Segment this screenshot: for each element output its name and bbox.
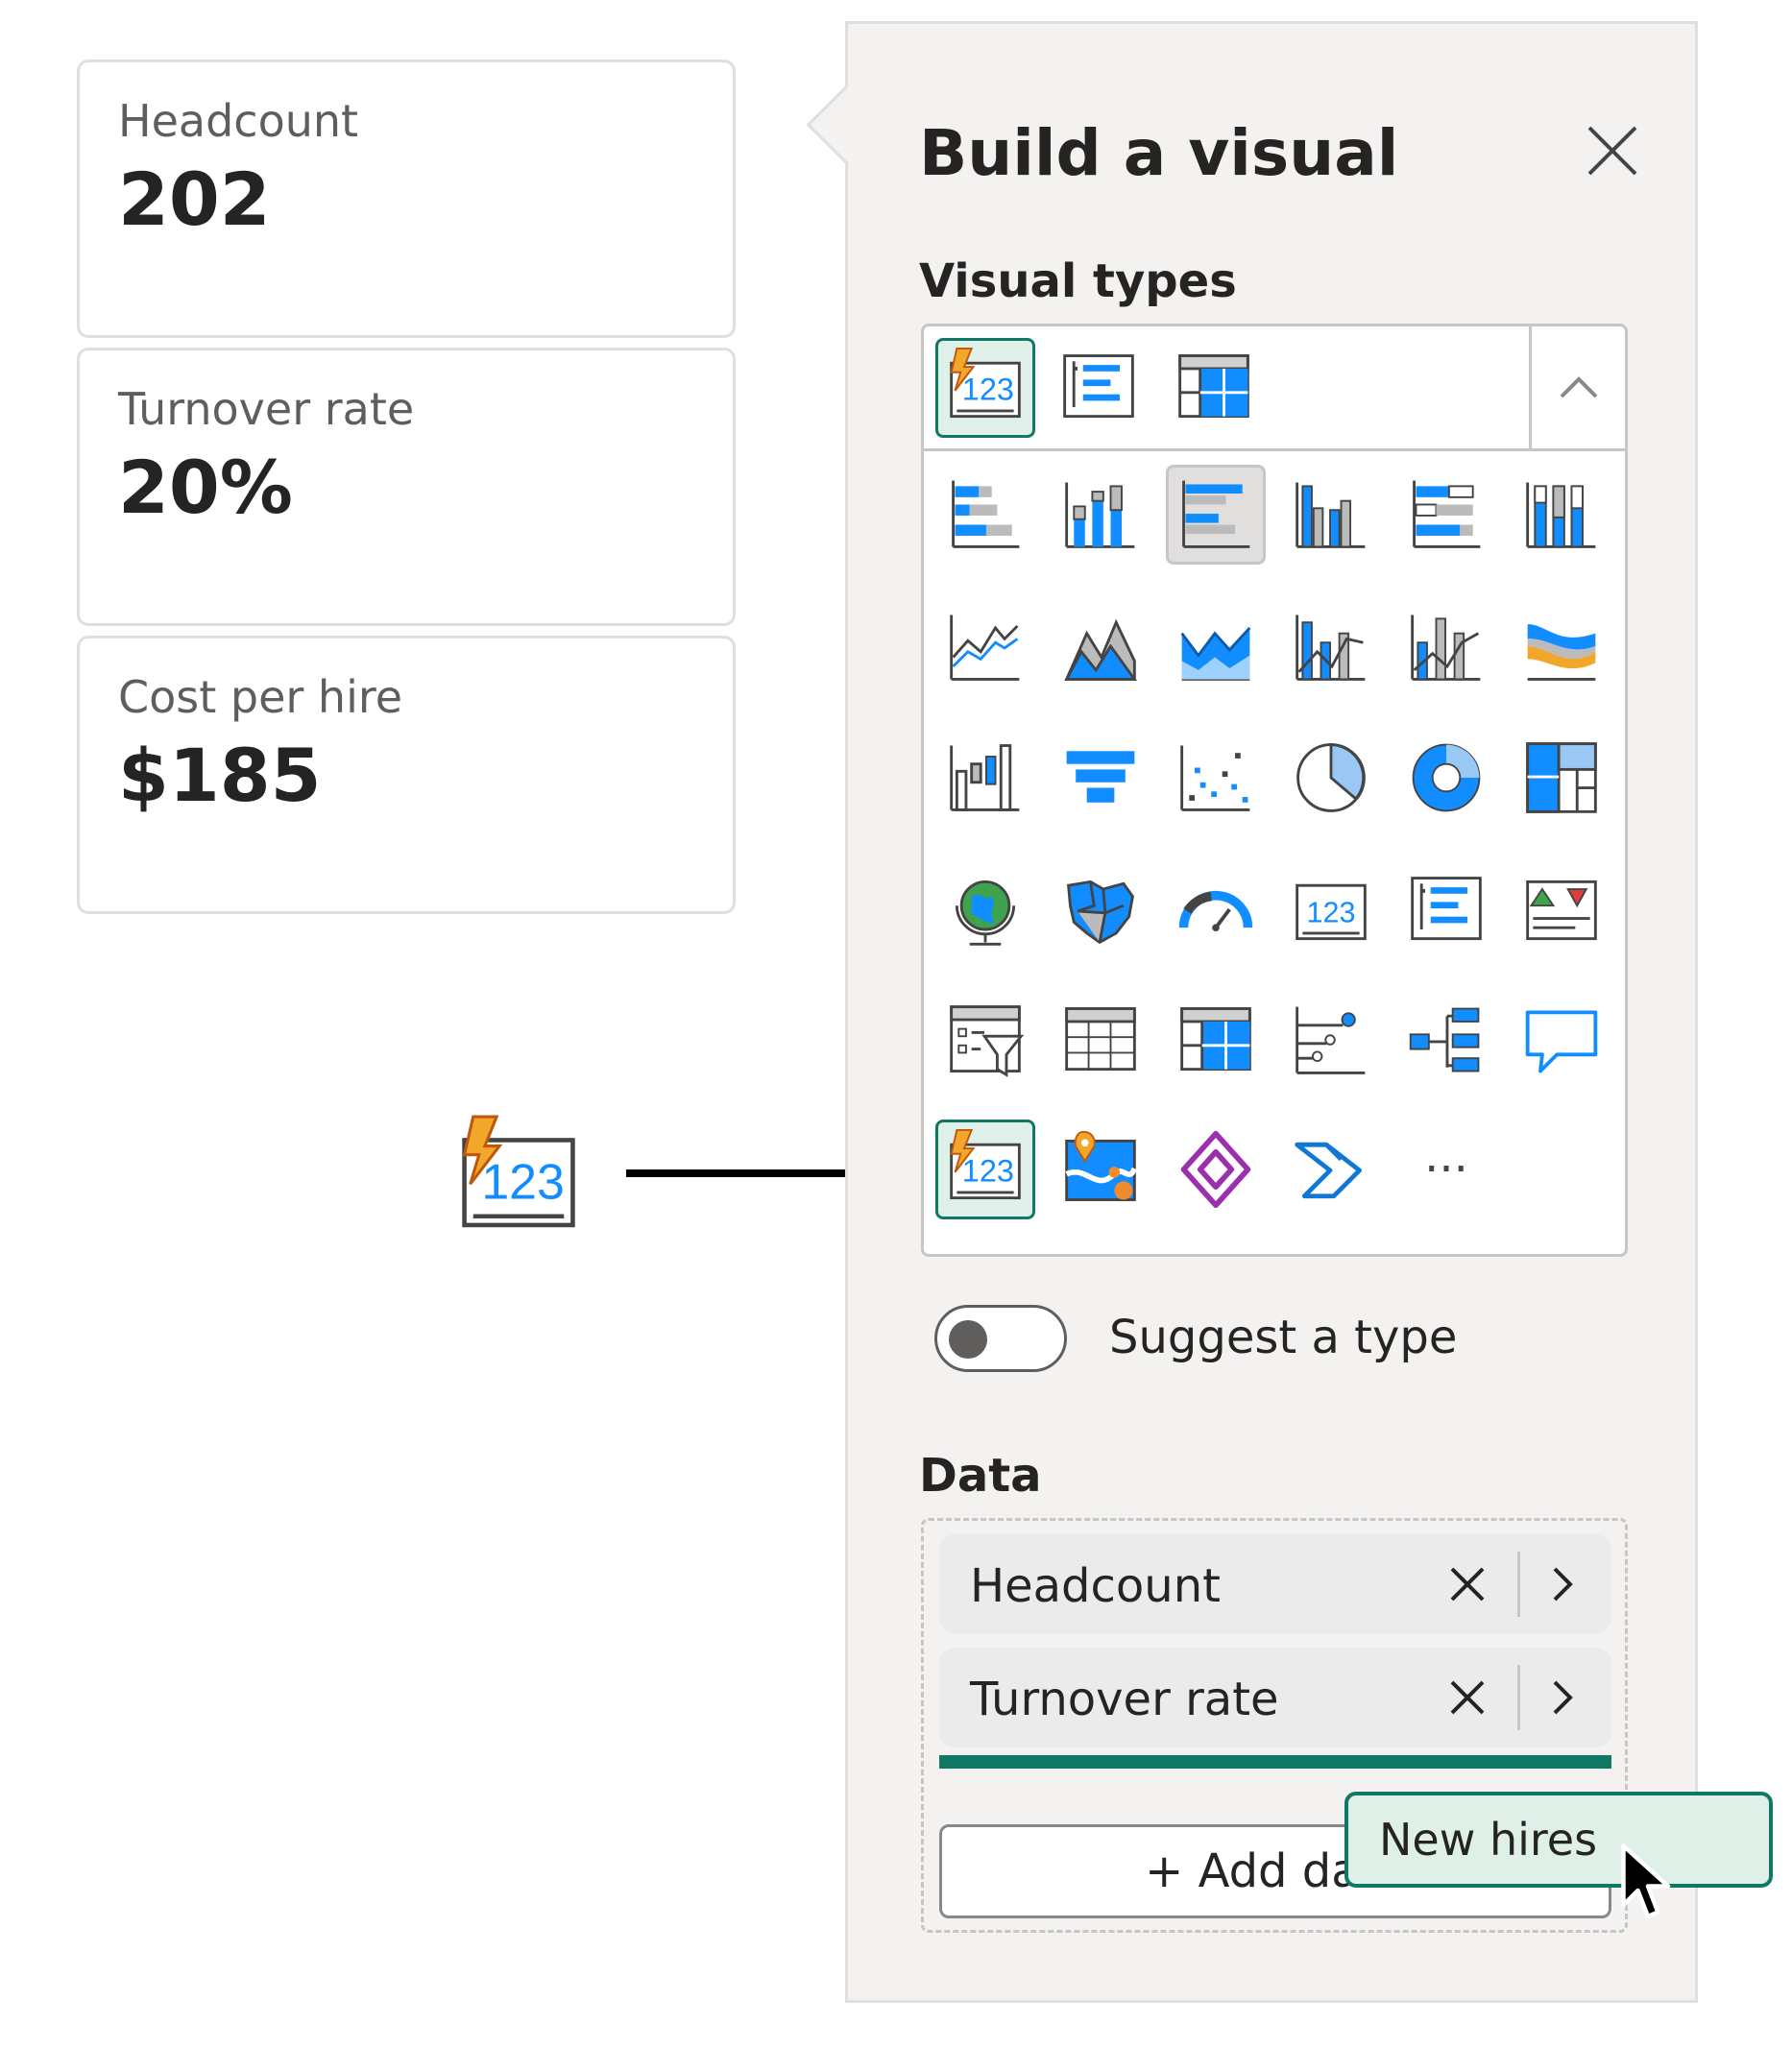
mouse-cursor-icon: [1621, 1843, 1671, 1919]
qa-icon[interactable]: [1512, 991, 1611, 1091]
drop-indicator: [939, 1755, 1611, 1769]
stacked-column-chart-icon[interactable]: [1051, 465, 1150, 565]
new-card-icon[interactable]: [935, 338, 1035, 438]
map-icon[interactable]: [935, 860, 1035, 960]
card-value: 202: [118, 156, 271, 242]
treemap-icon[interactable]: [1512, 728, 1611, 828]
suggest-type-toggle[interactable]: [934, 1305, 1067, 1372]
line-and-stacked-column-icon[interactable]: [1281, 597, 1381, 697]
close-icon: [1587, 126, 1637, 176]
headcount-card[interactable]: Headcount 202: [77, 60, 736, 338]
multi-row-card-icon[interactable]: [1396, 860, 1496, 960]
pane-title: Build a visual: [919, 116, 1399, 190]
card-value: $185: [118, 732, 322, 818]
ribbon-chart-icon[interactable]: [1512, 597, 1611, 697]
toggle-knob: [949, 1320, 987, 1359]
waterfall-chart-icon[interactable]: [935, 728, 1035, 828]
cost-per-hire-card[interactable]: Cost per hire $185: [77, 636, 736, 914]
key-influencers-icon[interactable]: [1281, 991, 1381, 1091]
close-pane-button[interactable]: [1574, 112, 1651, 189]
multi-row-card-icon[interactable]: [1049, 338, 1149, 438]
field-pill-headcount[interactable]: Headcount: [939, 1534, 1611, 1634]
expand-field-button[interactable]: [1533, 1557, 1590, 1611]
filled-map-icon[interactable]: [1051, 860, 1150, 960]
table-icon[interactable]: [1051, 991, 1150, 1091]
remove-field-button[interactable]: [1439, 1671, 1496, 1724]
close-icon: [1450, 1680, 1485, 1715]
more-visuals-button[interactable]: ···: [1396, 1120, 1496, 1219]
build-visual-pane: Build a visual Visual types ··· Suggest …: [845, 21, 1698, 2003]
card-label: Headcount: [118, 95, 359, 147]
power-automate-icon[interactable]: [1281, 1120, 1381, 1219]
slicer-icon[interactable]: [935, 991, 1035, 1091]
suggest-type-label: Suggest a type: [1109, 1311, 1458, 1364]
gauge-icon[interactable]: [1166, 860, 1266, 960]
collapse-gallery-button[interactable]: [1529, 326, 1625, 448]
funnel-chart-icon[interactable]: [1051, 728, 1150, 828]
kpi-icon[interactable]: [1512, 860, 1611, 960]
pill-divider: [1517, 1665, 1520, 1730]
line-chart-icon[interactable]: [935, 597, 1035, 697]
power-apps-icon[interactable]: [1166, 1120, 1266, 1219]
line-and-clustered-column-icon[interactable]: [1396, 597, 1496, 697]
chevron-right-icon: [1553, 1567, 1573, 1602]
remove-field-button[interactable]: [1439, 1557, 1496, 1611]
turnover-rate-card[interactable]: Turnover rate 20%: [77, 348, 736, 626]
card-value: 20%: [118, 444, 293, 530]
visual-types-heading: Visual types: [919, 254, 1237, 308]
100-stacked-bar-chart-icon[interactable]: [1396, 465, 1496, 565]
field-name: Turnover rate: [970, 1673, 1279, 1726]
close-icon: [1450, 1567, 1485, 1602]
azure-map-icon[interactable]: [1051, 1120, 1150, 1219]
data-heading: Data: [919, 1449, 1042, 1503]
matrix-icon[interactable]: [1164, 338, 1264, 438]
scatter-chart-icon[interactable]: [1166, 728, 1266, 828]
100-stacked-column-chart-icon[interactable]: [1512, 465, 1611, 565]
visual-types-gallery: ···: [921, 324, 1628, 1257]
dragged-field-chip[interactable]: New hires: [1344, 1792, 1773, 1888]
pill-divider: [1517, 1552, 1520, 1617]
new-card-callout-icon: [451, 1114, 586, 1231]
decomposition-tree-icon[interactable]: [1396, 991, 1496, 1091]
pie-chart-icon[interactable]: [1281, 728, 1381, 828]
donut-chart-icon[interactable]: [1396, 728, 1496, 828]
card-label: Turnover rate: [118, 383, 415, 435]
expand-field-button[interactable]: [1533, 1671, 1590, 1724]
matrix-icon[interactable]: [1166, 991, 1266, 1091]
field-pill-turnover-rate[interactable]: Turnover rate: [939, 1648, 1611, 1747]
chevron-up-icon: [1560, 375, 1597, 398]
clustered-column-chart-icon[interactable]: [1281, 465, 1381, 565]
recent-visuals-row: [924, 326, 1625, 451]
new-card-icon[interactable]: [935, 1120, 1035, 1219]
card-icon[interactable]: [1281, 860, 1381, 960]
card-label: Cost per hire: [118, 671, 403, 723]
field-name: Headcount: [970, 1559, 1221, 1613]
area-chart-icon[interactable]: [1051, 597, 1150, 697]
clustered-bar-chart-icon[interactable]: [1166, 465, 1266, 565]
chevron-right-icon: [1553, 1680, 1573, 1715]
stacked-bar-chart-icon[interactable]: [935, 465, 1035, 565]
stacked-area-chart-icon[interactable]: [1166, 597, 1266, 697]
